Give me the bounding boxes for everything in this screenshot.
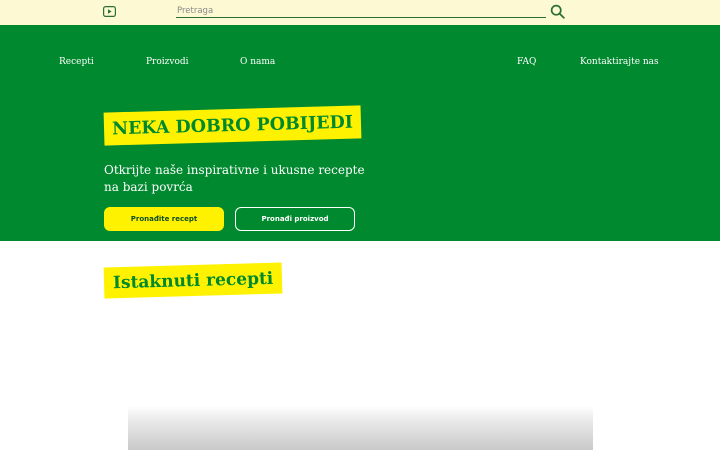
top-bar [0,0,720,25]
youtube-icon[interactable] [103,6,116,17]
featured-recipe-image[interactable] [128,406,593,450]
hero-text: Otkrijte naše inspirativne i ukusne rece… [104,163,365,194]
nav-item-recepti[interactable]: Recepti [59,57,94,67]
find-recipe-button[interactable]: Pronađite recept [104,207,224,231]
search-icon [550,4,565,19]
nav-item-faq[interactable]: FAQ [517,57,536,67]
find-product-button[interactable]: Pronađi proizvod [235,207,355,231]
hero-section: Recepti Proizvodi O nama FAQ Kontaktiraj… [0,25,720,241]
nav-item-proizvodi[interactable]: Proizvodi [146,57,189,67]
nav-item-o-nama[interactable]: O nama [240,57,275,67]
nav-item-kontakt[interactable]: Kontaktirajte nas [580,57,659,67]
hero-title: NEKA DOBRO POBIJEDI [103,105,362,146]
search-button[interactable] [550,4,565,19]
featured-recipes-title: Istaknuti recepti [103,262,283,299]
search-input[interactable] [176,5,546,18]
